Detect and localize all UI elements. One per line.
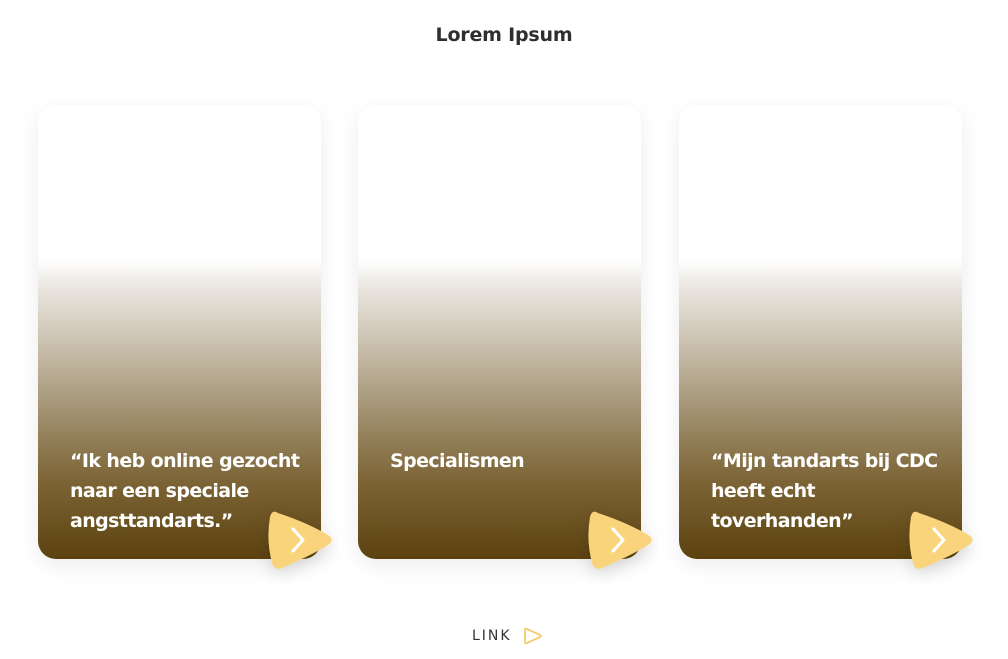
play-triangle-icon [523, 627, 542, 645]
card-arrow-button[interactable] [584, 505, 656, 575]
footer-link-label: LINK [472, 628, 512, 644]
chevron-right-icon [268, 511, 332, 569]
card-gradient-image [358, 105, 641, 559]
card-arrow-button[interactable] [905, 505, 977, 575]
chevron-right-icon [909, 511, 973, 569]
card-arrow-button[interactable] [264, 505, 336, 575]
card-testimonial-2[interactable]: “Mijn tandarts bij CDC heeft echt toverh… [679, 105, 973, 569]
card-text: Specialismen [390, 450, 525, 472]
card-testimonial-1[interactable]: “Ik heb online gezocht naar een speciale… [38, 105, 332, 569]
page-title: Lorem Ipsum [435, 24, 573, 46]
chevron-right-icon [588, 511, 652, 569]
card-specialismen[interactable]: Specialismen [358, 105, 652, 569]
footer-link[interactable]: LINK [472, 626, 544, 646]
page: Lorem Ipsum “Ik heb online gezocht naar … [0, 0, 1008, 659]
